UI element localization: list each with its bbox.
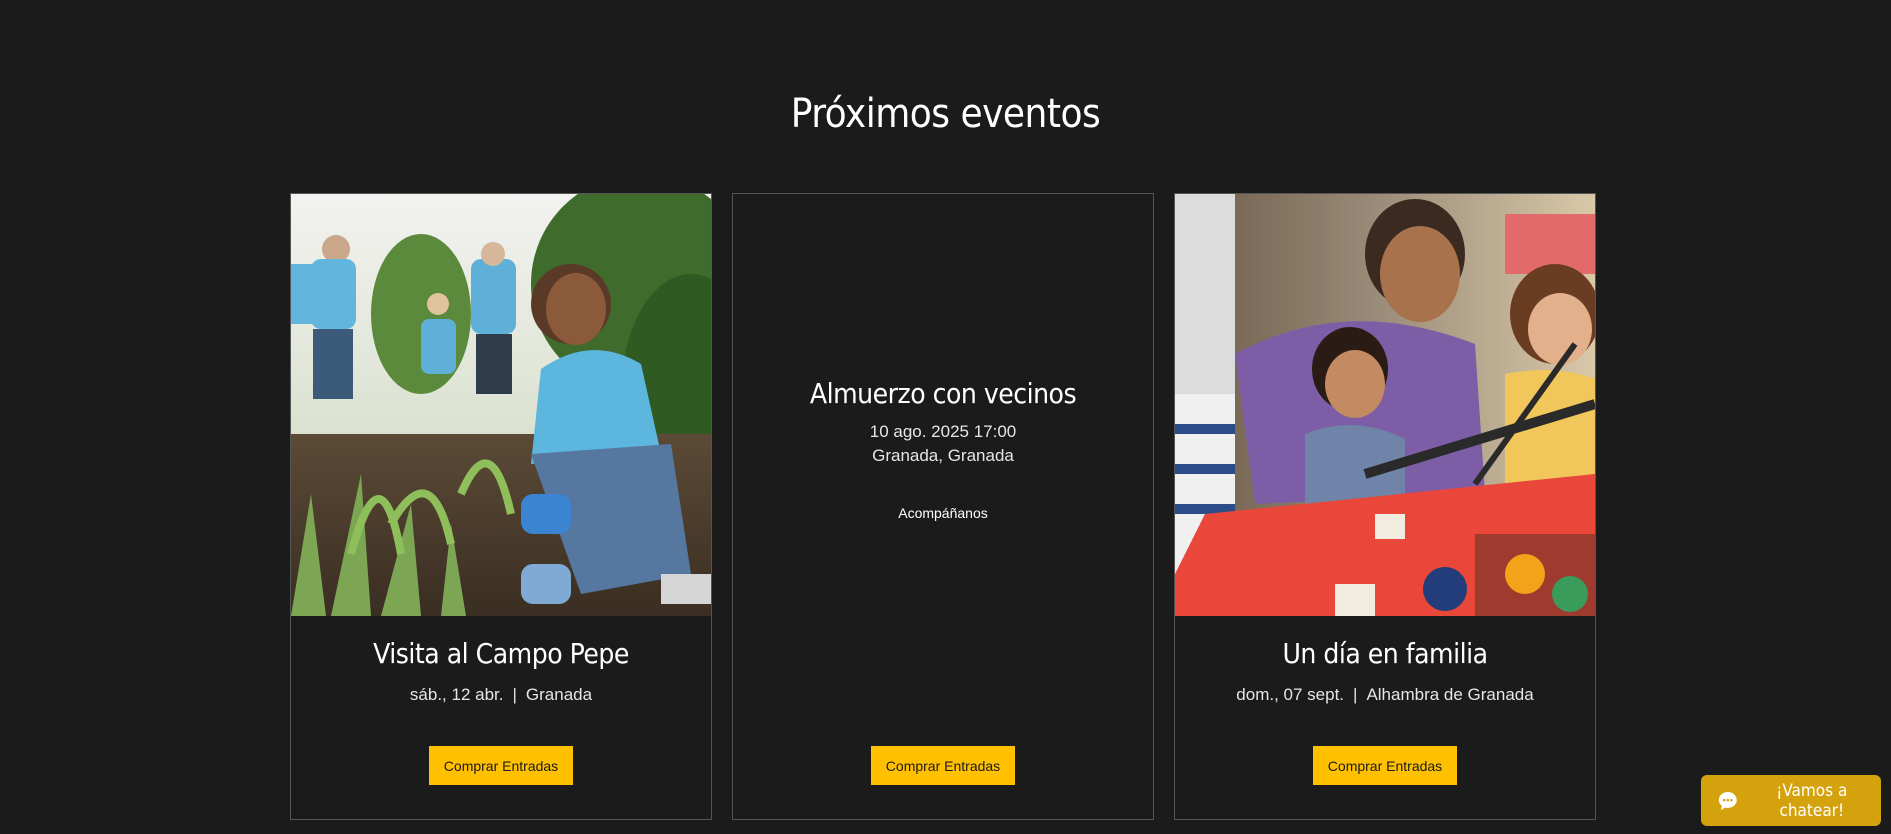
event-card[interactable]: Visita al Campo Pepe sáb., 12 abr. | Grana…	[290, 193, 712, 820]
event-card[interactable]: Un día en familia dom., 07 sept. | Alhambr…	[1174, 193, 1596, 820]
buy-tickets-button[interactable]: Comprar Entradas	[1313, 746, 1457, 785]
event-date: 10 ago. 2025 17:00	[869, 422, 1017, 441]
section-title: Próximos eventos	[790, 91, 1101, 137]
chat-bubble-icon	[1718, 791, 1737, 810]
event-title[interactable]: Almuerzo con vecinos	[733, 374, 1153, 414]
buy-tickets-button[interactable]: Comprar Entradas	[429, 746, 573, 785]
event-location: Alhambra de Granada	[1366, 685, 1534, 704]
event-meta: sáb., 12 abr. | Granada	[291, 683, 711, 707]
separator: |	[512, 685, 517, 704]
event-title[interactable]: Visita al Campo Pepe	[291, 634, 711, 674]
event-image[interactable]	[291, 194, 711, 616]
join-us-link[interactable]: Acompáñanos	[733, 503, 1153, 523]
event-location: Granada	[525, 685, 593, 704]
event-meta: dom., 07 sept. | Alhambra de Granada	[1175, 683, 1595, 707]
chat-label: ¡Vamos a chatear!	[1776, 780, 1848, 821]
event-location: Granada, Granada	[872, 446, 1014, 465]
chat-button[interactable]: ¡Vamos a chatear!	[1701, 775, 1881, 826]
separator: |	[1353, 685, 1358, 704]
event-image[interactable]	[1175, 194, 1595, 616]
event-date: dom., 07 sept.	[1236, 685, 1345, 704]
buy-tickets-button[interactable]: Comprar Entradas	[871, 746, 1015, 785]
event-card[interactable]: Almuerzo con vecinos 10 ago. 2025 17:00 …	[732, 193, 1154, 820]
event-date: sáb., 12 abr.	[409, 685, 504, 704]
event-title[interactable]: Un día en familia	[1175, 634, 1595, 674]
